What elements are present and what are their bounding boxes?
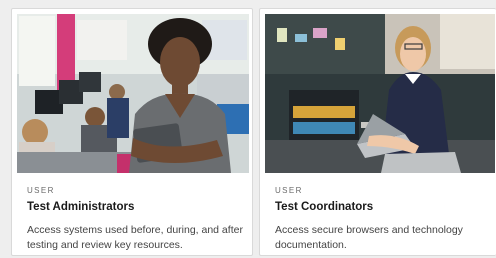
card-category-label: USER bbox=[275, 186, 303, 195]
card-description: Access systems used before, during, and … bbox=[27, 224, 243, 251]
card-title[interactable]: Test Coordinators bbox=[275, 201, 373, 213]
test-coordinators-photo bbox=[265, 14, 495, 173]
test-administrators-photo bbox=[17, 14, 249, 173]
user-role-cards: USER Test Administrators Access systems … bbox=[0, 0, 496, 258]
card-category-label: USER bbox=[27, 186, 55, 195]
card-test-coordinators[interactable]: USER Test Coordinators Access secure bro… bbox=[259, 8, 496, 256]
card-title[interactable]: Test Administrators bbox=[27, 201, 134, 213]
card-description: Access secure browsers and technology do… bbox=[275, 224, 463, 251]
card-test-administrators[interactable]: USER Test Administrators Access systems … bbox=[11, 8, 253, 256]
